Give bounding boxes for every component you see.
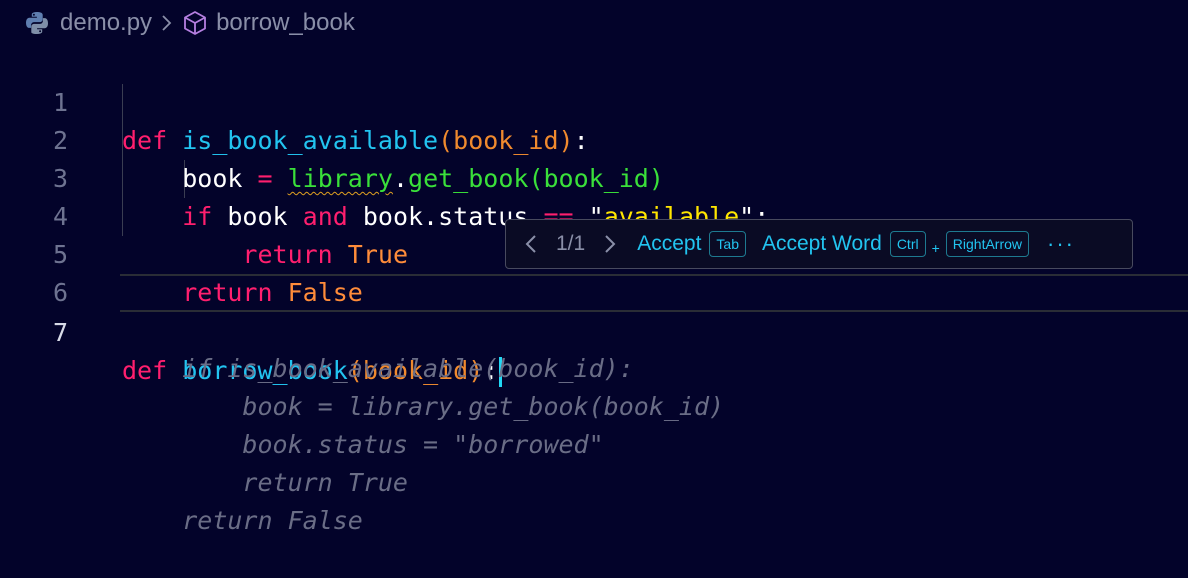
python-icon	[26, 12, 48, 34]
keybinding-rightarrow: RightArrow	[945, 231, 1030, 257]
code-line-4[interactable]: 4 return True	[0, 160, 1188, 269]
cube-icon	[184, 11, 206, 35]
code-line-7[interactable]: 7 def borrow_book(book_id):	[53, 274, 1188, 387]
breadcrumb: demo.py borrow_book	[0, 0, 1188, 46]
chevron-right-icon	[162, 15, 172, 31]
breadcrumb-file-label: demo.py	[60, 9, 153, 36]
ghost-line-1: if is_book_available(book_id):	[0, 312, 1188, 383]
keybinding-ctrl: Ctrl	[889, 231, 926, 257]
breadcrumb-symbol-label: borrow_book	[216, 9, 355, 36]
line-number: 6	[52, 278, 68, 307]
code-line-3[interactable]: 3 if book and book.status == "available"…	[0, 122, 1188, 231]
inline-suggestion-toolbar: 1/1 Accept Tab Accept Word Ctrl + RightA…	[505, 219, 1133, 269]
keybinding-tab: Tab	[709, 231, 746, 257]
ghost-line-5: return False	[0, 464, 1188, 535]
suggestion-count: 1/1	[556, 232, 586, 255]
more-icon[interactable]: ···	[1047, 231, 1075, 257]
accept-word-button[interactable]: Accept Word	[762, 232, 882, 256]
chevron-right-icon	[605, 235, 616, 253]
accept-button[interactable]: Accept	[637, 232, 701, 256]
code-editor[interactable]: 1 def is_book_available(book_id): 2 book…	[0, 46, 1188, 535]
ghost-line-4: return True	[0, 426, 1188, 497]
ghost-line-3: book.status = "borrowed"	[0, 388, 1188, 459]
ghost-line-2: book = library.get_book(book_id)	[0, 350, 1188, 421]
next-suggestion-button[interactable]	[603, 233, 617, 255]
keybinding-plus: +	[931, 240, 940, 256]
breadcrumb-symbol[interactable]: borrow_book	[182, 9, 355, 37]
code-line-1[interactable]: 1 def is_book_available(book_id):	[0, 46, 1188, 155]
chevron-left-icon	[525, 235, 536, 253]
previous-suggestion-button[interactable]	[524, 233, 538, 255]
breadcrumb-file[interactable]: demo.py	[0, 9, 152, 37]
code-line-2[interactable]: 2 book = library.get_book(book_id)	[0, 84, 1188, 193]
